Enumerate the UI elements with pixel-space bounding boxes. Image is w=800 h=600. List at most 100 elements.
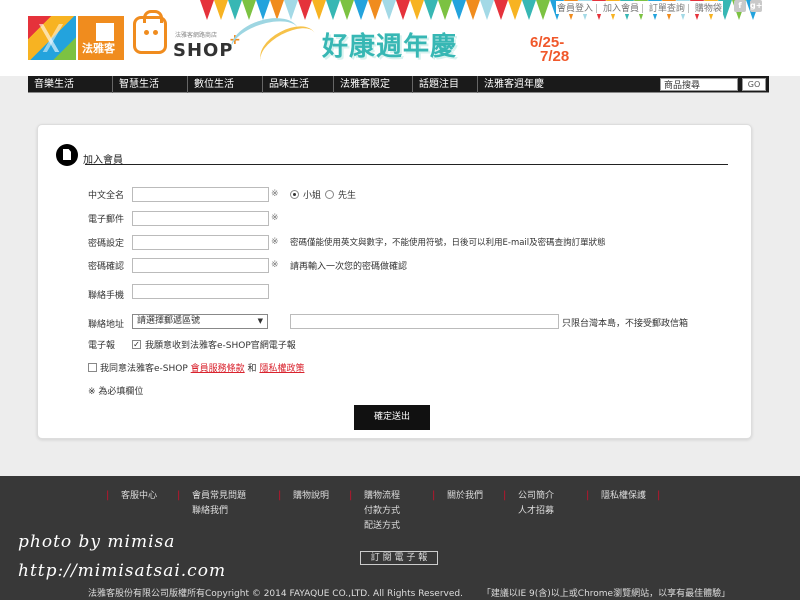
- bunting-flag: [340, 0, 354, 20]
- nav-taste[interactable]: 品味生活: [262, 76, 309, 93]
- zip-select[interactable]: 請選擇郵遞區號 ▼: [132, 314, 268, 329]
- terms-link[interactable]: 會員服務條款: [191, 364, 245, 374]
- nav-digital[interactable]: 數位生活: [187, 76, 234, 93]
- zip-select-value: 請選擇郵遞區號: [137, 316, 201, 326]
- fayaque-logo-mark[interactable]: [28, 16, 76, 60]
- watermark-credit: photo by mimisa: [18, 532, 176, 552]
- subscribe-epaper-button[interactable]: 訂 閱 電 子 報: [360, 551, 438, 565]
- bunting-flag: [452, 0, 466, 20]
- agree-checkbox[interactable]: [88, 363, 97, 372]
- gender-miss-label: 小姐: [303, 191, 322, 201]
- bunting-flag: [214, 0, 228, 20]
- required-mark: ※: [271, 260, 279, 270]
- footer-divider: |: [349, 490, 353, 501]
- footer-divider: |: [177, 490, 181, 501]
- footer-link[interactable]: 購物說明: [293, 489, 329, 504]
- site-header: 法雅客 法雅客網路商店 SHOP + 好康週年慶 6/25- 7/28 會員登入…: [0, 0, 800, 76]
- email-input[interactable]: [132, 211, 269, 226]
- epaper-label: 電子報: [88, 341, 116, 351]
- epaper-option: 我願意收到法雅客e-SHOP官網電子報: [145, 341, 296, 351]
- bunting-flag: [368, 0, 382, 20]
- footer-col-shopping: 購物說明: [293, 489, 329, 504]
- epaper-checkbox[interactable]: ✓: [132, 340, 141, 349]
- email-label: 電子郵件: [88, 215, 125, 225]
- footer-link[interactable]: 購物流程: [364, 489, 400, 504]
- required-mark: ※: [271, 189, 279, 199]
- footer-link[interactable]: 客服中心: [121, 489, 157, 504]
- password-label: 密碼設定: [88, 239, 125, 249]
- footer-link[interactable]: 人才招募: [518, 504, 554, 519]
- copyright-text: 法雅客股份有限公司版權所有Copyright © 2014 FAYAQUE CO…: [88, 589, 463, 599]
- submit-button[interactable]: 確定送出: [354, 405, 430, 430]
- privacy-link[interactable]: 隱私權政策: [259, 364, 304, 374]
- footer-link[interactable]: 配送方式: [364, 519, 400, 534]
- bunting-flag: [466, 0, 480, 20]
- watermark-url: http://mimisatsai.com: [18, 561, 227, 581]
- search-go-button[interactable]: GO: [742, 78, 766, 91]
- name-input[interactable]: [132, 187, 269, 202]
- footer-link[interactable]: 會員常見問題: [192, 489, 246, 504]
- bunting-flag: [242, 0, 256, 20]
- social-links: f g+: [734, 0, 762, 12]
- footer-divider: |: [503, 490, 507, 501]
- product-search-input[interactable]: [660, 78, 738, 91]
- bunting-flag: [284, 0, 298, 20]
- gender-miss-radio[interactable]: [290, 190, 299, 199]
- nav-music[interactable]: 音樂生活: [28, 76, 74, 93]
- register-panel: 加入會員 中文全名 ※ 小姐 先生 電子郵件 ※ 密碼設定 ※ 密碼僅能使用英文…: [37, 124, 752, 439]
- document-icon: [56, 144, 78, 166]
- cart-link[interactable]: 購物袋: [695, 4, 722, 14]
- fayaque-logo[interactable]: 法雅客: [78, 16, 124, 60]
- password-confirm-hint: 請再輸入一次您的密碼做確認: [290, 262, 408, 272]
- agree-text: 我同意法雅客e-SHOP 會員服務條款 和 隱私權政策: [100, 361, 304, 374]
- address-input[interactable]: [290, 314, 559, 329]
- top-links: 會員登入 | 加入會員 | 訂單查詢 | 購物袋: [556, 1, 723, 14]
- bunting-flag: [424, 0, 438, 20]
- facebook-icon[interactable]: f: [734, 0, 746, 12]
- nav-anniversary[interactable]: 法雅客週年慶: [477, 76, 544, 93]
- gender-mr-radio[interactable]: [325, 190, 334, 199]
- bunting-flag: [480, 0, 494, 20]
- footer-divider: |: [586, 490, 590, 501]
- address-hint: 只限台灣本島，不接受郵政信箱: [562, 319, 689, 329]
- nav-exclusive[interactable]: 法雅客限定: [333, 76, 390, 93]
- google-plus-icon[interactable]: g+: [750, 0, 762, 12]
- footer-col-member: 會員常見問題 聯絡我們: [192, 489, 246, 519]
- password-input[interactable]: [132, 235, 269, 250]
- nav-smart[interactable]: 智慧生活: [112, 76, 159, 93]
- address-label: 聯絡地址: [88, 320, 125, 330]
- bunting-flag: [256, 0, 270, 20]
- agree-and: 和: [247, 364, 257, 374]
- password-hint: 密碼僅能使用英文與數字，不能使用符號，日後可以利用E-mail及密碼查詢訂單狀態: [290, 238, 606, 248]
- main-nav: 音樂生活 智慧生活 數位生活 品味生活 法雅客限定 話題注目 法雅客週年慶 GO: [28, 76, 769, 93]
- footer-link[interactable]: 隱私權保護: [601, 489, 646, 504]
- mobile-input[interactable]: [132, 284, 269, 299]
- footer-link[interactable]: 聯絡我們: [192, 504, 246, 519]
- footer-col-about: 關於我們: [447, 489, 483, 504]
- footer-bottom: 法雅客股份有限公司版權所有Copyright © 2014 FAYAQUE CO…: [88, 586, 730, 599]
- chevron-down-icon: ▼: [257, 317, 263, 325]
- agree-prefix: 我同意法雅客e-SHOP: [100, 364, 188, 374]
- join-member-link[interactable]: 加入會員: [603, 4, 639, 14]
- password-confirm-label: 密碼確認: [88, 262, 125, 272]
- footer-divider: |: [657, 490, 661, 501]
- footer-col-process: 購物流程 付款方式 配送方式: [364, 489, 400, 534]
- nav-topics[interactable]: 話題注目: [412, 76, 459, 93]
- section-divider: [85, 164, 728, 165]
- footer-link[interactable]: 關於我們: [447, 489, 483, 504]
- bunting-flag: [508, 0, 522, 20]
- password-confirm-input[interactable]: [132, 258, 269, 273]
- required-mark: ※: [271, 213, 279, 223]
- bunting-flag: [200, 0, 214, 20]
- banner-date: 6/25- 7/28: [530, 35, 570, 65]
- footer-link[interactable]: 公司簡介: [518, 489, 554, 504]
- logo-square: [96, 23, 114, 41]
- footer-divider: |: [432, 490, 436, 501]
- bunting-flag: [522, 0, 536, 20]
- order-query-link[interactable]: 訂單查詢: [649, 4, 685, 14]
- login-link[interactable]: 會員登入: [557, 4, 593, 14]
- footer-link[interactable]: 付款方式: [364, 504, 400, 519]
- name-label: 中文全名: [88, 191, 125, 201]
- banner-date-end: 7/28: [540, 48, 570, 65]
- required-mark: ※: [271, 237, 279, 247]
